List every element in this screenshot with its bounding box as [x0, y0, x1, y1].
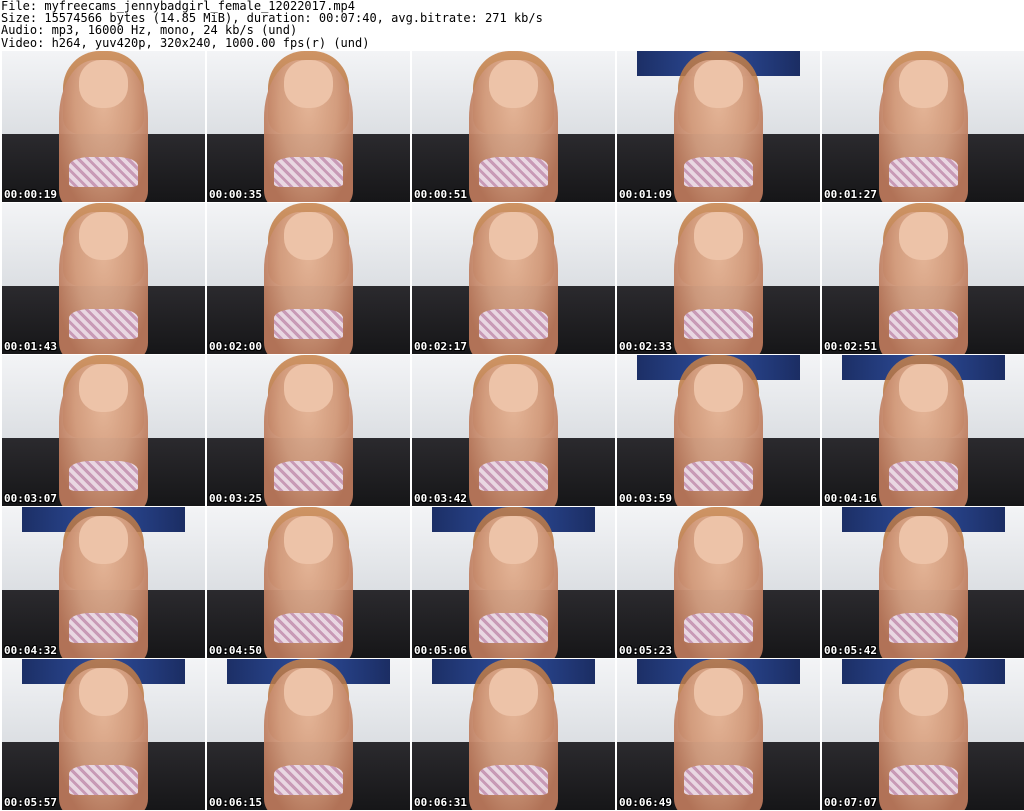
timestamp-label: 00:00:19 — [4, 188, 57, 201]
timestamp-label: 00:00:51 — [414, 188, 467, 201]
timestamp-label: 00:02:51 — [824, 340, 877, 353]
timestamp-label: 00:03:25 — [209, 492, 262, 505]
thumbnail: 00:00:19 — [2, 51, 205, 202]
thumbnail: 00:05:23 — [617, 507, 820, 658]
thumbnail: 00:05:06 — [412, 507, 615, 658]
timestamp-label: 00:05:06 — [414, 644, 467, 657]
timestamp-label: 00:03:07 — [4, 492, 57, 505]
timestamp-label: 00:06:31 — [414, 796, 467, 809]
timestamp-label: 00:05:57 — [4, 796, 57, 809]
thumbnail: 00:00:51 — [412, 51, 615, 202]
timestamp-label: 00:05:42 — [824, 644, 877, 657]
thumbnail: 00:03:42 — [412, 355, 615, 506]
thumbnail: 00:03:59 — [617, 355, 820, 506]
thumbnail: 00:01:43 — [2, 203, 205, 354]
thumbnail: 00:02:17 — [412, 203, 615, 354]
audio-info-line: Audio: mp3, 16000 Hz, mono, 24 kb/s (und… — [1, 23, 298, 38]
thumbnail: 00:00:35 — [207, 51, 410, 202]
thumbnail: 00:02:33 — [617, 203, 820, 354]
timestamp-label: 00:00:35 — [209, 188, 262, 201]
file-info-header: File: myfreecams_jennybadgirl_female_120… — [0, 0, 1024, 50]
timestamp-label: 00:02:17 — [414, 340, 467, 353]
timestamp-label: 00:01:43 — [4, 340, 57, 353]
timestamp-label: 00:03:59 — [619, 492, 672, 505]
thumbnail: 00:01:27 — [822, 51, 1024, 202]
timestamp-label: 00:04:32 — [4, 644, 57, 657]
thumbnail: 00:03:25 — [207, 355, 410, 506]
thumbnail: 00:04:32 — [2, 507, 205, 658]
thumbnail-grid: 00:00:19 00:00:35 00:00:51 00:01:09 00:0… — [2, 51, 1024, 811]
thumbnail: 00:04:16 — [822, 355, 1024, 506]
thumbnail: 00:04:50 — [207, 507, 410, 658]
thumbnail: 00:02:00 — [207, 203, 410, 354]
timestamp-label: 00:04:50 — [209, 644, 262, 657]
timestamp-label: 00:01:27 — [824, 188, 877, 201]
thumbnail: 00:05:57 — [2, 659, 205, 810]
thumbnail: 00:06:49 — [617, 659, 820, 810]
timestamp-label: 00:02:33 — [619, 340, 672, 353]
timestamp-label: 00:02:00 — [209, 340, 262, 353]
thumbnail: 00:01:09 — [617, 51, 820, 202]
thumbnail: 00:06:31 — [412, 659, 615, 810]
timestamp-label: 00:01:09 — [619, 188, 672, 201]
thumbnail: 00:07:07 — [822, 659, 1024, 810]
timestamp-label: 00:07:07 — [824, 796, 877, 809]
video-info-line: Video: h264, yuv420p, 320x240, 1000.00 f… — [1, 35, 370, 50]
timestamp-label: 00:03:42 — [414, 492, 467, 505]
thumbnail: 00:03:07 — [2, 355, 205, 506]
thumbnail: 00:02:51 — [822, 203, 1024, 354]
timestamp-label: 00:06:15 — [209, 796, 262, 809]
thumbnail: 00:06:15 — [207, 659, 410, 810]
timestamp-label: 00:04:16 — [824, 492, 877, 505]
thumbnail: 00:05:42 — [822, 507, 1024, 658]
timestamp-label: 00:06:49 — [619, 796, 672, 809]
timestamp-label: 00:05:23 — [619, 644, 672, 657]
